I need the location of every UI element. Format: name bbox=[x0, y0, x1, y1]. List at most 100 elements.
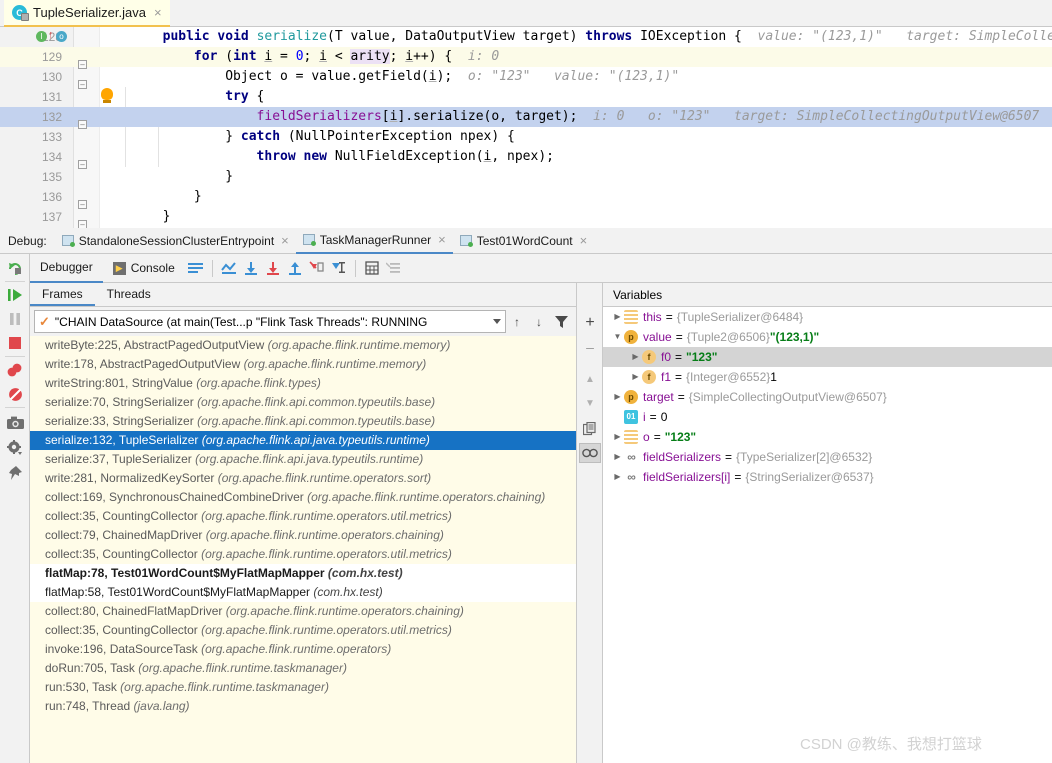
debug-session-tab-1[interactable]: TaskManagerRunner × bbox=[295, 228, 453, 254]
chevron-right-icon[interactable]: ▶ bbox=[611, 387, 624, 407]
stack-frame-row[interactable]: serialize:132, TupleSerializer (org.apac… bbox=[30, 431, 576, 450]
mute-breakpoints-icon[interactable] bbox=[4, 383, 26, 405]
tab-debugger[interactable]: Debugger bbox=[30, 254, 103, 283]
stack-frame-row[interactable]: serialize:33, StringSerializer (org.apac… bbox=[30, 412, 576, 431]
rerun-icon[interactable] bbox=[4, 257, 26, 279]
step-over-icon[interactable] bbox=[240, 257, 262, 279]
variable-row-f1[interactable]: ▶ f f1 = {Integer@6552} 1 bbox=[603, 367, 1052, 387]
view-breakpoints-icon[interactable] bbox=[4, 359, 26, 381]
stack-frame-row[interactable]: doRun:705, Task (org.apache.flink.runtim… bbox=[30, 659, 576, 678]
code-line-134[interactable]: 134 throw new NullFieldException(i, npex… bbox=[0, 147, 1052, 167]
stack-frame-row[interactable]: serialize:70, StringSerializer (org.apac… bbox=[30, 393, 576, 412]
stack-frame-row[interactable]: write:178, AbstractPagedOutputView (org.… bbox=[30, 355, 576, 374]
stop-icon[interactable] bbox=[4, 332, 26, 354]
chevron-right-icon[interactable]: ▶ bbox=[611, 307, 624, 327]
variable-row-value[interactable]: ▼ p value = {Tuple2@6506} "(123,1)" bbox=[603, 327, 1052, 347]
code-line-128[interactable]: 128 public void serialize(T value, DataO… bbox=[0, 27, 1052, 47]
filter-frames-icon[interactable] bbox=[550, 311, 572, 333]
frame-down-icon[interactable]: ↓ bbox=[528, 311, 550, 333]
fold-marker-129[interactable]: – bbox=[78, 80, 87, 89]
layout-settings-icon[interactable] bbox=[185, 257, 207, 279]
inspect-icon[interactable] bbox=[579, 443, 601, 463]
editor-tab-tupleserializer[interactable]: C TupleSerializer.java × bbox=[4, 0, 170, 27]
implemented-method-icon[interactable]: o bbox=[56, 31, 67, 42]
stack-frame-row[interactable]: collect:35, CountingCollector (org.apach… bbox=[30, 507, 576, 526]
chevron-down-icon[interactable]: ▼ bbox=[611, 327, 624, 347]
thread-selector[interactable]: ✓ "CHAIN DataSource (at main(Test...p "F… bbox=[34, 310, 506, 333]
code-line-135[interactable]: 135 } bbox=[0, 167, 1052, 187]
fold-marker-133[interactable]: – bbox=[78, 160, 87, 169]
variable-row-fieldSerializers[interactable]: ▶ ∞ fieldSerializers = {TypeSerializer[2]@65… bbox=[603, 447, 1052, 467]
settings-icon[interactable] bbox=[4, 437, 26, 459]
chevron-right-icon[interactable]: ▶ bbox=[611, 427, 624, 447]
step-out-icon[interactable] bbox=[306, 257, 328, 279]
stack-frame-row[interactable]: serialize:37, TupleSerializer (org.apach… bbox=[30, 450, 576, 469]
chevron-right-icon[interactable]: ▶ bbox=[629, 347, 642, 367]
variable-row-o[interactable]: ▶ o = "123" bbox=[603, 427, 1052, 447]
watch-up-icon[interactable]: ▲ bbox=[579, 369, 601, 389]
watch-down-icon[interactable]: ▼ bbox=[579, 393, 601, 413]
chevron-down-icon[interactable] bbox=[493, 319, 501, 324]
code-line-129[interactable]: 129 for (int i = 0; i < arity; i++) { i:… bbox=[0, 47, 1052, 67]
stack-frame-row[interactable]: collect:169, SynchronousChainedCombineDr… bbox=[30, 488, 576, 507]
debug-session-tab-0[interactable]: StandaloneSessionClusterEntrypoint × bbox=[55, 228, 296, 254]
stack-frame-row[interactable]: collect:80, ChainedFlatMapDriver (org.ap… bbox=[30, 602, 576, 621]
copy-value-icon[interactable] bbox=[579, 419, 601, 439]
stack-frame-row[interactable]: write:281, NormalizedKeySorter (org.apac… bbox=[30, 469, 576, 488]
variable-row-fieldSerializers[i][interactable]: ▶ ∞ fieldSerializers[i] = {StringSerializer@… bbox=[603, 467, 1052, 487]
variable-row-f0[interactable]: ▶ f f0 = "123" bbox=[603, 347, 1052, 367]
stack-frame-row[interactable]: collect:79, ChainedMapDriver (org.apache… bbox=[30, 526, 576, 545]
frame-up-icon[interactable]: ↑ bbox=[506, 311, 528, 333]
stack-frame-row[interactable]: collect:35, CountingCollector (org.apach… bbox=[30, 545, 576, 564]
step-into-icon[interactable] bbox=[262, 257, 284, 279]
code-line-137[interactable]: 137 } bbox=[0, 207, 1052, 227]
pause-program-icon[interactable] bbox=[4, 308, 26, 330]
close-icon[interactable]: × bbox=[580, 234, 588, 247]
stack-frame-row[interactable]: writeByte:225, AbstractPagedOutputView (… bbox=[30, 336, 576, 355]
fold-marker-131[interactable]: – bbox=[78, 120, 87, 129]
fold-marker-128[interactable]: – bbox=[78, 60, 87, 69]
pin-tab-icon[interactable] bbox=[4, 462, 26, 484]
fold-marker-135[interactable]: – bbox=[78, 200, 87, 209]
chevron-right-icon[interactable]: ▶ bbox=[611, 447, 624, 467]
add-watch-icon[interactable]: + bbox=[579, 313, 601, 333]
stack-frame-row[interactable]: run:748, Thread (java.lang) bbox=[30, 697, 576, 716]
stack-frame-row[interactable]: run:530, Task (org.apache.flink.runtime.… bbox=[30, 678, 576, 697]
tab-frames[interactable]: Frames bbox=[30, 282, 95, 306]
resume-program-icon[interactable] bbox=[4, 284, 26, 306]
stack-frames-list[interactable]: writeByte:225, AbstractPagedOutputView (… bbox=[30, 336, 576, 763]
code-editor[interactable]: 128 public void serialize(T value, DataO… bbox=[0, 27, 1052, 228]
close-icon[interactable]: × bbox=[281, 234, 289, 247]
code-line-130[interactable]: 130 Object o = value.getField(i); o: "12… bbox=[0, 67, 1052, 87]
run-to-cursor-icon[interactable] bbox=[328, 257, 350, 279]
tab-threads[interactable]: Threads bbox=[95, 282, 163, 306]
debug-session-tab-2[interactable]: Test01WordCount × bbox=[453, 228, 594, 254]
code-line-136[interactable]: 136 } bbox=[0, 187, 1052, 207]
chevron-right-icon[interactable]: ▶ bbox=[629, 367, 642, 387]
implementing-method-icon[interactable]: I bbox=[36, 31, 47, 42]
screenshot-icon[interactable] bbox=[4, 412, 26, 434]
chevron-right-icon[interactable]: ▶ bbox=[611, 467, 624, 487]
variable-row-i[interactable]: 01 i = 0 bbox=[603, 407, 1052, 427]
mute-breakpoints-icon[interactable] bbox=[383, 257, 405, 279]
force-step-into-icon[interactable] bbox=[284, 257, 306, 279]
code-line-132[interactable]: 132 fieldSerializers[i].serialize(o, tar… bbox=[0, 107, 1052, 127]
code-line-131[interactable]: 131 try { bbox=[0, 87, 1052, 107]
tab-console[interactable]: ▶ Console bbox=[103, 254, 185, 283]
stack-frame-row[interactable]: writeString:801, StringValue (org.apache… bbox=[30, 374, 576, 393]
close-icon[interactable]: × bbox=[438, 233, 446, 246]
debugger-toolbar: Debugger ▶ Console bbox=[0, 254, 1052, 283]
stack-frame-row[interactable]: flatMap:78, Test01WordCount$MyFlatMapMap… bbox=[30, 564, 576, 583]
evaluate-expression-icon[interactable] bbox=[361, 257, 383, 279]
close-icon[interactable]: × bbox=[154, 6, 162, 19]
remove-watch-icon[interactable]: – bbox=[579, 337, 601, 357]
stack-frame-row[interactable]: collect:35, CountingCollector (org.apach… bbox=[30, 621, 576, 640]
stack-frame-row[interactable]: flatMap:58, Test01WordCount$MyFlatMapMap… bbox=[30, 583, 576, 602]
code-line-133[interactable]: 133 } catch (NullPointerException npex) … bbox=[0, 127, 1052, 147]
variables-tree[interactable]: ▶ this = {TupleSerializer@6484} ▼ p value = {Tup… bbox=[603, 307, 1052, 487]
stack-frame-row[interactable]: invoke:196, DataSourceTask (org.apache.f… bbox=[30, 640, 576, 659]
variable-row-target[interactable]: ▶ p target = {SimpleCollectingOutputView@650… bbox=[603, 387, 1052, 407]
show-execution-point-icon[interactable] bbox=[218, 257, 240, 279]
variable-row-this[interactable]: ▶ this = {TupleSerializer@6484} bbox=[603, 307, 1052, 327]
intention-bulb-icon[interactable] bbox=[101, 88, 113, 103]
